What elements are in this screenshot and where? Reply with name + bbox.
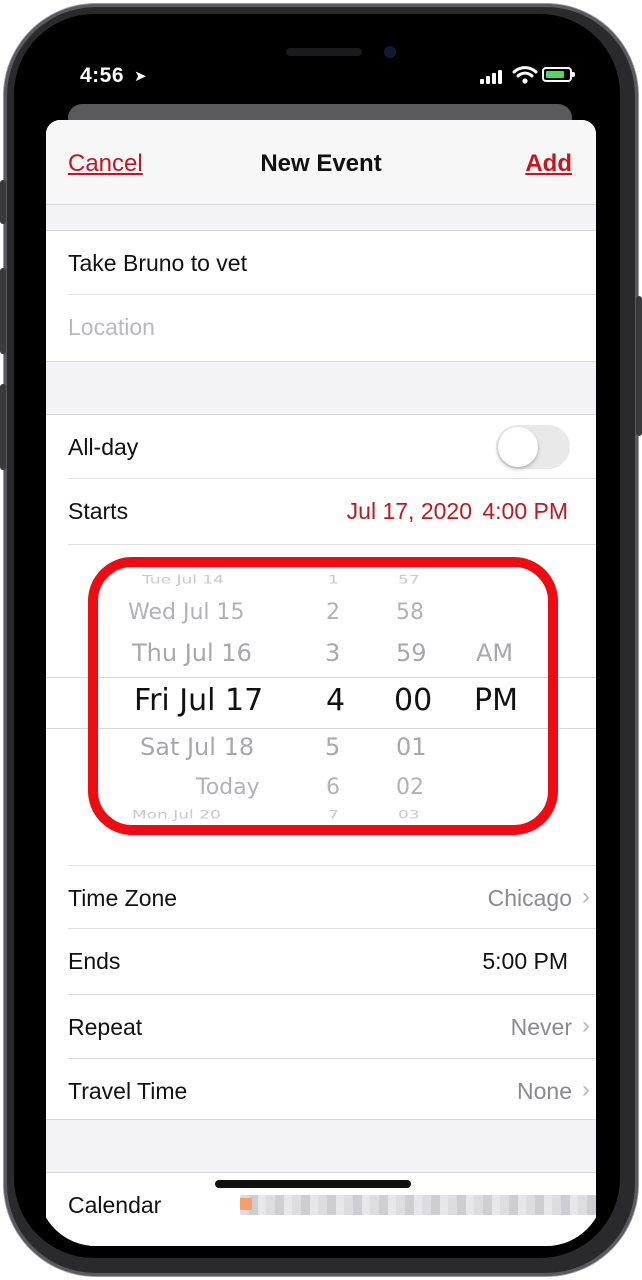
volume-up-button (0, 268, 6, 354)
start-time-value[interactable]: 4:00 PM (482, 498, 568, 525)
ends-label: Ends (68, 948, 121, 974)
add-button[interactable]: Add (525, 150, 572, 178)
all-day-row: All-day (68, 415, 596, 479)
time-zone-label: Time Zone (68, 885, 178, 911)
location-placeholder: Location (68, 314, 155, 340)
screen: 4:56 ➤ Cancel New Event Add Take Bruno t… (38, 34, 604, 1246)
volume-down-button (0, 384, 6, 470)
cellular-signal-icon (480, 68, 506, 84)
chevron-right-icon: › (582, 883, 590, 910)
repeat-row[interactable]: Repeat Never › (68, 995, 596, 1059)
start-date-value[interactable]: Jul 17, 2020 (347, 498, 472, 525)
all-day-label: All-day (68, 434, 139, 460)
repeat-label: Repeat (68, 1014, 143, 1040)
starts-label: Starts (68, 498, 129, 524)
power-button (636, 296, 642, 436)
title-location-group: Take Bruno to vet Location (46, 230, 596, 362)
red-highlight-annotation (88, 557, 558, 835)
travel-time-value: None (517, 1078, 572, 1104)
page-title: New Event (260, 150, 382, 177)
travel-time-row[interactable]: Travel Time None › (68, 1059, 596, 1119)
location-arrow-icon: ➤ (134, 68, 147, 85)
ends-value: 5:00 PM (482, 948, 568, 974)
front-camera (384, 46, 396, 58)
chevron-right-icon: › (582, 1012, 590, 1039)
time-zone-value: Chicago (487, 885, 572, 911)
location-field[interactable]: Location (68, 295, 596, 361)
calendar-label: Calendar (68, 1192, 162, 1218)
status-time: 4:56 (80, 64, 125, 87)
travel-time-label: Travel Time (68, 1078, 188, 1104)
wifi-icon (512, 66, 538, 84)
speaker-grille (286, 48, 362, 56)
title-field[interactable]: Take Bruno to vet (68, 231, 596, 295)
navigation-bar: Cancel New Event Add (46, 120, 596, 205)
ends-row[interactable]: Ends 5:00 PM (68, 929, 596, 995)
chevron-right-icon: › (582, 1076, 590, 1103)
all-day-toggle[interactable] (496, 425, 570, 469)
title-value: Take Bruno to vet (68, 250, 247, 276)
new-event-sheet: Cancel New Event Add Take Bruno to vet L… (46, 120, 596, 1246)
time-zone-row[interactable]: Time Zone Chicago › (68, 865, 596, 929)
redacted-calendar-account (240, 1195, 596, 1215)
home-indicator (215, 1180, 411, 1188)
repeat-value: Never (510, 1014, 572, 1040)
calendar-color-dot (240, 1198, 252, 1210)
date-time-picker[interactable]: Tue Jul 14 Wed Jul 15 Thu Jul 16 Fri Jul… (46, 545, 596, 865)
mute-switch (0, 180, 6, 224)
battery-charging-icon (542, 67, 575, 82)
date-group: All-day Starts Jul 17, 2020 4:00 PM Tue … (46, 414, 596, 1120)
